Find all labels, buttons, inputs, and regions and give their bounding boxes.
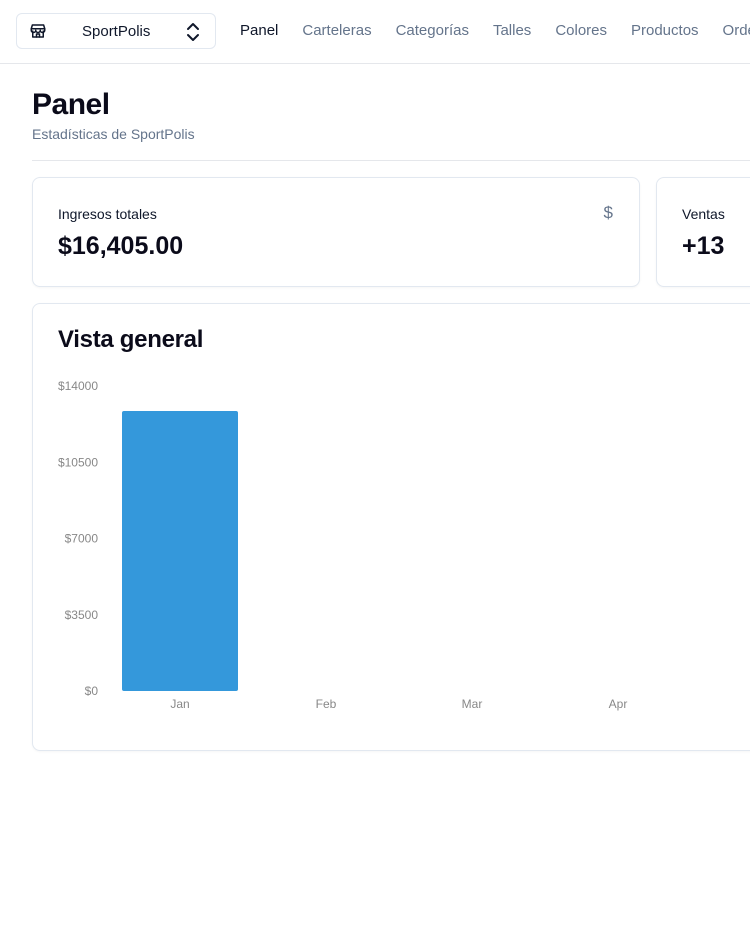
- store-icon: [30, 24, 46, 38]
- store-switcher[interactable]: SportPolis: [16, 13, 216, 49]
- y-tick-label: $7000: [65, 532, 99, 546]
- nav-item-colores[interactable]: Colores: [555, 22, 607, 42]
- nav-item-talles[interactable]: Talles: [493, 22, 531, 42]
- nav-item-panel[interactable]: Panel: [240, 22, 278, 42]
- x-tick-label: Apr: [609, 697, 628, 711]
- sales-value: +13: [682, 232, 725, 260]
- nav-item-carteleras[interactable]: Carteleras: [302, 22, 371, 42]
- total-revenue-label: Ingresos totales: [58, 206, 157, 222]
- page-subtitle: Estadísticas de SportPolis: [32, 126, 195, 142]
- x-tick-label: Feb: [316, 697, 337, 711]
- total-revenue-value: $16,405.00: [58, 232, 184, 260]
- dollar-icon: $: [603, 203, 613, 222]
- top-navigation-bar: SportPolis Panel Carteleras Categorías T…: [0, 0, 750, 64]
- y-tick-label: $10500: [58, 455, 98, 469]
- y-tick-label: $14000: [58, 379, 98, 393]
- bar-jan[interactable]: [122, 411, 238, 691]
- main-nav: Panel Carteleras Categorías Talles Color…: [240, 22, 750, 42]
- divider: [32, 160, 750, 161]
- nav-item-ordenes[interactable]: Ordenes: [723, 22, 750, 42]
- chevrons-up-down-icon: [187, 23, 199, 41]
- sales-card: Ventas +13: [656, 177, 750, 287]
- x-tick-label: Mar: [462, 697, 483, 711]
- sales-label: Ventas: [682, 206, 725, 222]
- y-tick-label: $0: [85, 684, 99, 698]
- page-title: Panel: [32, 88, 110, 121]
- store-name: SportPolis: [82, 23, 151, 40]
- total-revenue-card: Ingresos totales $ $16,405.00: [32, 177, 640, 287]
- overview-bar-chart: $0 $3500 $7000 $10500 $14000 Jan Feb Mar Apr: [58, 379, 628, 711]
- y-tick-label: $3500: [65, 608, 99, 622]
- x-tick-label: Jan: [170, 697, 189, 711]
- nav-item-categorias[interactable]: Categorías: [396, 22, 469, 42]
- nav-item-productos[interactable]: Productos: [631, 22, 699, 42]
- overview-card: Vista general $0 $3500 $7000 $10500 $14000 Ja…: [32, 303, 750, 751]
